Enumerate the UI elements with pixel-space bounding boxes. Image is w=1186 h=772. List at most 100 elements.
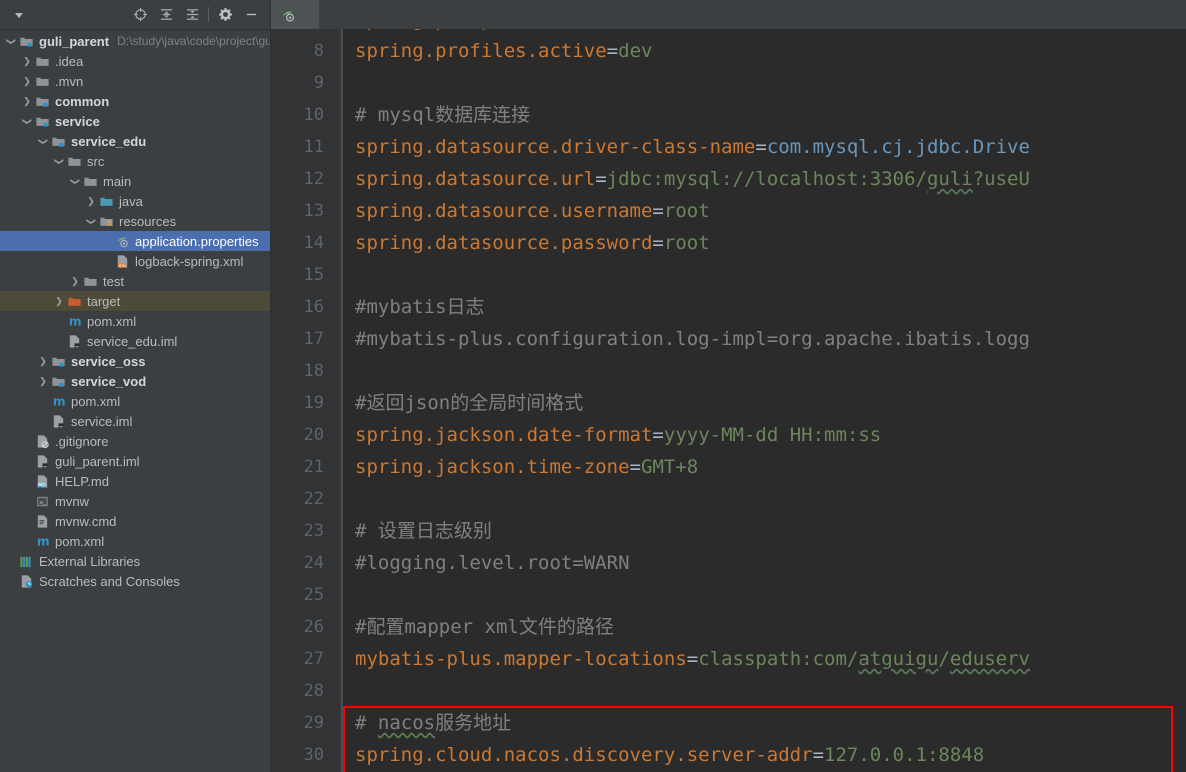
line-number[interactable]: 15 [271,259,341,291]
tree-row[interactable]: ❯ .idea [0,51,270,71]
line-number[interactable]: 9 [271,67,341,99]
line-number[interactable]: 24 [271,547,341,579]
code-line[interactable]: spring.jackson.date-format=yyyy-MM-dd HH… [355,419,1186,451]
tree-row[interactable]: >_ mvnw [0,491,270,511]
line-number[interactable]: 27 [271,643,341,675]
code-line[interactable]: # 设置日志级别 [355,515,1186,547]
code-line[interactable]: #配置mapper xml文件的路径 [355,611,1186,643]
line-number[interactable]: 16 [271,291,341,323]
line-number[interactable]: 21 [271,451,341,483]
chevron-down-icon[interactable] [15,13,23,18]
tree-row[interactable]: ❯ service [0,111,270,131]
line-number[interactable]: 8 [271,35,341,67]
tree-row[interactable]: Scratches and Consoles [0,571,270,591]
locate-icon[interactable] [127,2,153,28]
code-line[interactable]: # mysql数据库连接 [355,99,1186,131]
expand-all-icon[interactable] [153,2,179,28]
code-line[interactable] [355,355,1186,387]
code-line[interactable]: spring.jackson.time-zone=GMT+8 [355,451,1186,483]
line-number[interactable]: 14 [271,227,341,259]
code-line[interactable]: # nacos服务地址 [355,707,1186,739]
line-number[interactable]: 19 [271,387,341,419]
code-line[interactable]: mybatis-plus.mapper-locations=classpath:… [355,643,1186,675]
line-number[interactable]: 29 [271,707,341,739]
chevron-right-icon[interactable]: ❯ [68,276,82,287]
code-line[interactable]: spring.datasource.driver-class-name=com.… [355,131,1186,163]
tree-row[interactable]: ❯ main [0,171,270,191]
code-line[interactable]: #logging.level.root=WARN [355,547,1186,579]
tree-row[interactable]: m pom.xml [0,311,270,331]
code-line[interactable]: spring.profiles.active=dev [355,35,1186,67]
line-number[interactable]: 18 [271,355,341,387]
code-line[interactable] [355,259,1186,291]
line-number[interactable]: 30 [271,739,341,771]
tree-row[interactable]: External Libraries [0,551,270,571]
chevron-down-icon[interactable]: ❯ [54,154,65,168]
tree-row[interactable]: m pom.xml [0,391,270,411]
tree-row[interactable]: .gitignore [0,431,270,451]
tree-row[interactable]: ❯ src [0,151,270,171]
chevron-right-icon[interactable]: ❯ [36,376,50,387]
line-number-gutter[interactable]: 8 9 10 11 12 13 14 15 16 17 18 19 20 21 22 23 24 25 26 27 28… [271,29,341,772]
code-column[interactable]: spring.pro.pspring.profiles.active=dev #… [341,29,1186,772]
line-number[interactable]: 22 [271,483,341,515]
line-number[interactable]: 26 [271,611,341,643]
line-number[interactable]: 13 [271,195,341,227]
line-number[interactable]: 28 [271,675,341,707]
tree-row[interactable]: application.properties [0,231,270,251]
chevron-down-icon[interactable]: ❯ [6,34,17,48]
collapse-all-icon[interactable] [179,2,205,28]
chevron-down-icon[interactable]: ❯ [38,134,49,148]
tree-row[interactable]: ❯ java [0,191,270,211]
chevron-down-icon[interactable]: ❯ [86,214,97,228]
code-line[interactable]: spring.datasource.password=root [355,227,1186,259]
chevron-right-icon[interactable]: ❯ [20,96,34,107]
code-line[interactable] [355,579,1186,611]
tree-row[interactable]: guli_parent.iml [0,451,270,471]
tree-row[interactable]: ❯ service_edu [0,131,270,151]
line-number[interactable]: 25 [271,579,341,611]
tree-row[interactable]: ❯ resources [0,211,270,231]
chevron-down-icon[interactable]: ❯ [70,174,81,188]
line-number[interactable]: 10 [271,99,341,131]
tree-row[interactable]: ❯ guli_parent D:\study\java\code\project\g… [0,31,271,51]
tree-row[interactable]: MD HELP.md [0,471,270,491]
tree-row[interactable]: ❯ test [0,271,270,291]
code-line[interactable]: spring.cloud.nacos.discovery.server-addr… [355,739,1186,771]
tree-row[interactable]: ❯ common [0,91,270,111]
code-line[interactable]: spring.datasource.username=root [355,195,1186,227]
code-line[interactable] [355,483,1186,515]
chevron-down-icon[interactable]: ❯ [22,114,33,128]
code-text[interactable]: spring.pro.pspring.profiles.active=dev #… [341,29,1186,771]
line-number[interactable]: 11 [271,131,341,163]
tree-row[interactable]: ❯ service_vod [0,371,270,391]
code-line[interactable] [355,67,1186,99]
chevron-right-icon[interactable]: ❯ [52,296,66,307]
tree-row[interactable]: mvnw.cmd [0,511,270,531]
code-line[interactable]: #mybatis日志 [355,291,1186,323]
editor-tab-application-properties[interactable] [271,0,319,29]
gear-icon[interactable] [212,2,238,28]
tree-row[interactable]: <> logback-spring.xml [0,251,270,271]
line-number[interactable]: 20 [271,419,341,451]
code-line[interactable]: spring.datasource.url=jdbc:mysql://local… [355,163,1186,195]
code-line[interactable]: #返回json的全局时间格式 [355,387,1186,419]
tree-row[interactable]: ❯ target [0,291,270,311]
line-number[interactable]: 12 [271,163,341,195]
minimize-icon[interactable] [238,2,264,28]
line-number[interactable]: 23 [271,515,341,547]
tree-row[interactable]: service_edu.iml [0,331,270,351]
code-line[interactable]: #mybatis-plus.configuration.log-impl=org… [355,323,1186,355]
tree-row[interactable]: service.iml [0,411,270,431]
tree-row[interactable]: m pom.xml [0,531,270,551]
tree-row[interactable]: ❯ .mvn [0,71,270,91]
chevron-right-icon[interactable]: ❯ [84,196,98,207]
chevron-right-icon[interactable]: ❯ [20,56,34,67]
line-number[interactable]: 17 [271,323,341,355]
project-tree[interactable]: ❯ guli_parent D:\study\java\code\project\g… [0,30,270,772]
code-viewport[interactable]: 8 9 10 11 12 13 14 15 16 17 18 19 20 21 22 23 24 25 26 27 28… [271,29,1186,772]
chevron-right-icon[interactable]: ❯ [20,76,34,87]
tree-row[interactable]: ❯ service_oss [0,351,270,371]
chevron-right-icon[interactable]: ❯ [36,356,50,367]
code-line[interactable] [355,675,1186,707]
